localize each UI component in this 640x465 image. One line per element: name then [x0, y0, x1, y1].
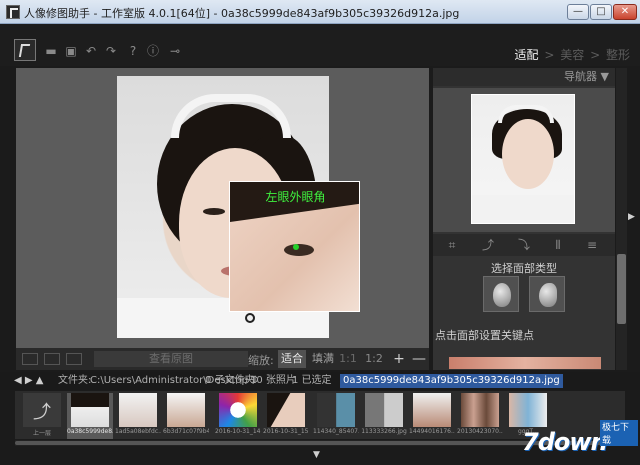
- up-folder-icon: [23, 393, 61, 427]
- adjust-tool-row: ⌗ ⤴ ⤵ ⫴ ≡: [433, 234, 615, 256]
- rotate-right-icon[interactable]: ⤵: [517, 238, 531, 252]
- rotate-left-icon[interactable]: ⤴: [481, 238, 495, 252]
- zoom-loupe: 左眼外眼角: [229, 181, 360, 312]
- keypoint-label: 左眼外眼角: [265, 190, 326, 204]
- watermark-text: 7down: [522, 428, 608, 456]
- keypoint-marker[interactable]: [293, 244, 299, 250]
- open-folder-icon[interactable]: ▬: [44, 44, 58, 58]
- film-item[interactable]: 0a38c5999de8...: [67, 393, 113, 439]
- headband: [171, 94, 291, 138]
- zoom-fill-button[interactable]: 填满: [310, 350, 336, 368]
- crop-icon[interactable]: ⌗: [445, 238, 459, 252]
- redo-icon[interactable]: ↷: [104, 44, 118, 58]
- watermark-logo: 7down 极七下载: [510, 420, 638, 462]
- undo-icon[interactable]: ↶: [84, 44, 98, 58]
- film-caption: 1ad5a08ebfdc...: [115, 428, 161, 435]
- photo-count: 10 张照片: [250, 375, 296, 386]
- collapse-panel-icon[interactable]: ▶: [628, 212, 635, 222]
- navigator-header[interactable]: 导航器 ▼: [433, 68, 615, 86]
- set-keypoint-label: 点击面部设置关键点: [435, 329, 534, 342]
- flip-horizontal-icon[interactable]: ⫴: [551, 238, 565, 252]
- folder-label: 文件夹:: [58, 375, 92, 386]
- selected-count: 1 已选定: [292, 375, 332, 386]
- tab-beauty[interactable]: 美容: [560, 48, 584, 62]
- mode-tabs: 适配 > 美容 > 整形: [515, 46, 630, 63]
- folder-nav-arrows-icon[interactable]: ◀ ▶ ▲: [14, 372, 43, 390]
- film-caption: 2016-10-31_15...: [263, 428, 309, 435]
- subfolder-count: 0 子文件夹: [205, 375, 255, 386]
- film-caption: 114340_85407...: [313, 428, 359, 435]
- view-original-button[interactable]: 查看原图: [94, 351, 248, 367]
- main-toolbar: ▬ ▣ ↶ ↷ ? ⓘ ⊸ 适配 > 美容 > 整形: [0, 24, 640, 66]
- info-icon[interactable]: ⓘ: [146, 44, 160, 58]
- flip-vertical-icon[interactable]: ≡: [585, 238, 599, 252]
- zoom-in-button[interactable]: +: [392, 350, 406, 368]
- tab-fit[interactable]: 适配: [515, 48, 539, 62]
- logo-icon: [14, 39, 36, 61]
- title-bar: 人像修图助手 - 工作室版 4.0.1[64位] - 0a38c5999de84…: [0, 0, 640, 24]
- plugin-icon[interactable]: ⊸: [168, 44, 182, 58]
- minimize-button[interactable]: —: [567, 4, 589, 20]
- watermark-badge: 极七下载: [600, 420, 638, 446]
- current-file-name: 0a38c5999de843af9b305c39326d912a.jpg: [340, 374, 563, 388]
- film-caption: 2016-10-31_14...: [215, 428, 261, 435]
- skin-preview-strip: [449, 357, 601, 369]
- tab-reshape[interactable]: 整形: [606, 48, 630, 62]
- scrollbar-thumb[interactable]: [617, 254, 626, 324]
- zoom-label: 缩放:: [248, 354, 274, 367]
- expand-bottom-icon[interactable]: ▼: [313, 450, 320, 460]
- zoom-fit-button[interactable]: 适合: [278, 350, 306, 368]
- cursor-target-icon: [245, 313, 255, 323]
- close-button[interactable]: ✕: [613, 4, 637, 20]
- navigator-thumbnail[interactable]: [471, 94, 575, 224]
- canvas-bottom-bar: 查看原图 缩放: 适合 填满 1:1 1:2 ▾ + —: [16, 348, 429, 383]
- app-logo-icon: [6, 5, 20, 19]
- face-side-button[interactable]: [529, 276, 565, 312]
- zoom-1-1-button[interactable]: 1:1: [338, 350, 358, 368]
- maximize-button[interactable]: □: [590, 4, 612, 20]
- mode-separator: >: [590, 48, 601, 62]
- face-type-label: 选择面部类型: [491, 262, 557, 275]
- save-icon[interactable]: ▣: [64, 44, 78, 58]
- front-head-icon: [493, 283, 511, 307]
- film-caption: 14494016176...: [409, 428, 455, 435]
- film-caption: 6b3d71c07f9b4...: [163, 428, 209, 435]
- face-front-button[interactable]: [483, 276, 519, 312]
- window-title: 人像修图助手 - 工作室版 4.0.1[64位] - 0a38c5999de84…: [24, 7, 460, 20]
- file-path-bar: ◀ ▶ ▲ 文件夹: C:\Users\Administrator\Deskto…: [0, 372, 640, 390]
- zoom-out-button[interactable]: —: [412, 350, 426, 368]
- film-caption: 0a38c5999de8...: [67, 428, 113, 435]
- navigator-frame: [433, 88, 615, 232]
- film-caption: 上一层: [32, 430, 51, 437]
- help-icon[interactable]: ?: [126, 44, 140, 58]
- image-canvas[interactable]: 左眼外眼角: [16, 68, 429, 348]
- film-caption: 20130423070...: [457, 428, 503, 435]
- mode-separator: >: [544, 48, 555, 62]
- side-head-icon: [539, 283, 557, 307]
- compare-view-icon[interactable]: [66, 353, 82, 365]
- right-panel: 导航器 ▼ ⌗ ⤴ ⤵ ⫴ ≡ 选择面部类型 点击面部设置关键点: [433, 68, 615, 370]
- right-panel-scrollbar[interactable]: [616, 68, 627, 370]
- zoom-1-2-button[interactable]: 1:2 ▾: [362, 350, 386, 383]
- split-view-icon[interactable]: [44, 353, 60, 365]
- film-caption: 113333266.jpg: [361, 428, 407, 435]
- single-view-icon[interactable]: [22, 353, 38, 365]
